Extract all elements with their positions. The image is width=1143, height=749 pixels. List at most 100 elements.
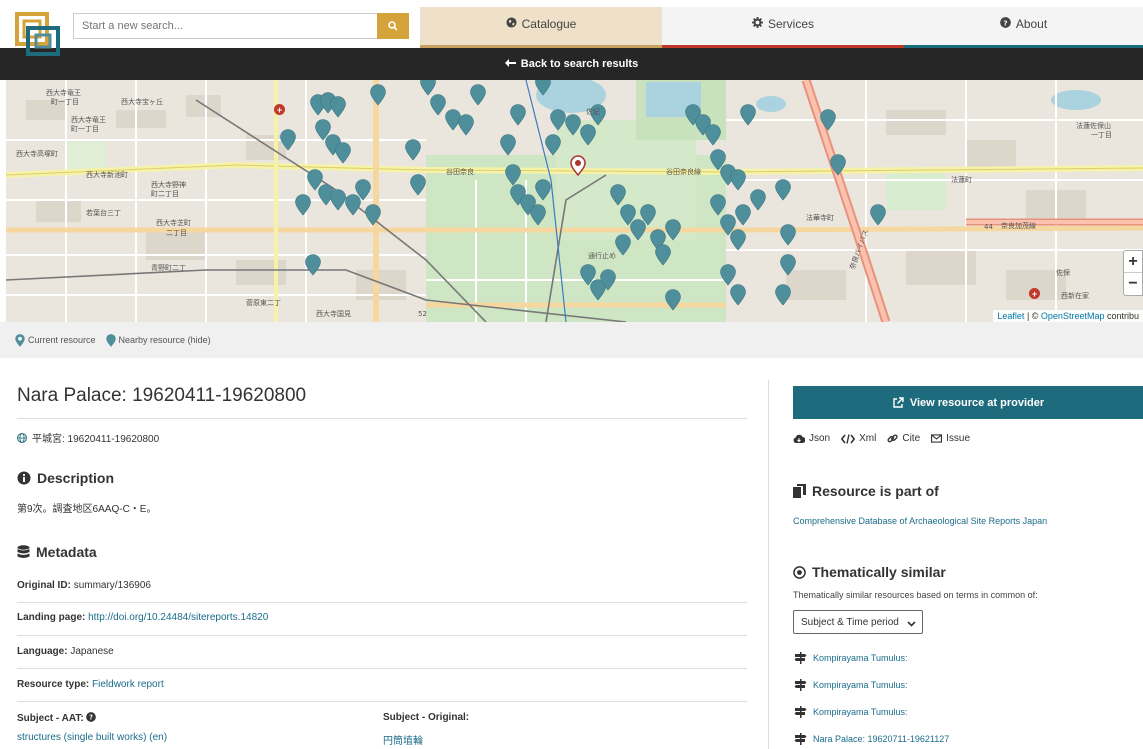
hospital-icon: + [1029, 288, 1040, 299]
metadata-heading: Metadata [17, 544, 97, 560]
map-label: 町一丁目 [51, 98, 79, 106]
similar-heading: Thematically similar [793, 564, 946, 580]
map-attribution: Leaflet | © OpenStreetMap contribu [993, 310, 1143, 322]
hospital-icon: + [274, 104, 285, 115]
database-icon [17, 545, 30, 558]
resource-type-link[interactable]: Fieldwork report [92, 679, 164, 690]
map-legend: Current resource Nearby resource (hide) [0, 322, 1143, 358]
dot-circle-icon [793, 565, 806, 579]
info-circle-icon [17, 471, 31, 485]
divider [17, 701, 747, 702]
similar-item[interactable]: Kompirayama Tumulus: [793, 706, 908, 718]
map-label: 法華寺町 [806, 213, 834, 222]
divider [17, 418, 747, 419]
map-label: 二丁目 [166, 229, 187, 237]
divider [17, 602, 747, 603]
zoom-in-button[interactable]: + [1124, 251, 1142, 273]
part-of-link[interactable]: Comprehensive Database of Archaeological… [793, 516, 1047, 526]
nav-catalogue[interactable]: Catalogue [420, 7, 662, 48]
svg-text:?: ? [1003, 18, 1007, 27]
link-icon [887, 434, 899, 443]
part-of-heading: Resource is part of [793, 483, 939, 499]
map-marker-icon [105, 334, 116, 347]
hide-nearby-toggle[interactable]: (hide) [188, 335, 211, 345]
page-title: Nara Palace: 19620411-19620800 [17, 385, 307, 406]
leaflet-link[interactable]: Leaflet [997, 311, 1024, 321]
description-text: 第9次。調査地区6AAQ-C・E。 [17, 504, 157, 515]
site-logo[interactable] [14, 10, 64, 60]
column-divider [768, 380, 769, 749]
copy-icon [793, 484, 806, 498]
gear-icon [751, 17, 763, 28]
zoom-out-button[interactable]: − [1124, 273, 1142, 295]
map-marker-icon [15, 334, 25, 347]
external-link-icon [893, 396, 904, 408]
legend-current: Current resource [15, 333, 96, 347]
map-label: 西大寺高塚町 [16, 149, 58, 158]
back-to-results-link[interactable]: Back to search results [0, 48, 1143, 80]
map-label: 西大寺宝ヶ丘 [121, 97, 163, 106]
map-label: 西大寺野神 [151, 180, 186, 189]
subject-original-link[interactable]: 円筒埴輪 [383, 736, 423, 747]
map-label: 西大寺竜王 [71, 115, 106, 124]
alt-title: 平城宮: 19620411-19620800 [17, 430, 159, 445]
svg-text:?: ? [90, 714, 94, 722]
map-signs-icon [794, 706, 807, 718]
envelope-icon [931, 434, 943, 443]
map-tiles: 西大寺竜王 町一丁目 西大寺宝ヶ丘 西大寺竜王 町一丁目 西大寺高塚町 西大寺新… [6, 80, 1143, 322]
map-label: 西大寺国見 [316, 309, 351, 318]
map-label: 法蓮町 [951, 175, 972, 184]
osm-link[interactable]: OpenStreetMap [1041, 311, 1105, 321]
map-label: 奈良加茂線 [1001, 221, 1036, 230]
search-button[interactable] [377, 13, 409, 39]
legend-nearby: Nearby resource (hide) [105, 333, 211, 347]
export-issue[interactable]: Issue [931, 433, 970, 444]
map-label: 西新在家 [1061, 291, 1089, 300]
export-links: Json Xml Cite Issue [793, 433, 981, 444]
globe-icon [506, 17, 517, 28]
map-label: 西大寺芝町 [156, 218, 191, 227]
divider [17, 668, 747, 669]
resource-type-row: Resource type: Fieldwork report [17, 679, 164, 690]
description-heading: Description [17, 470, 114, 486]
original-id-row: Original ID: summary/136906 [17, 580, 151, 591]
map-label: 若葉台三丁 [86, 208, 121, 217]
similar-item[interactable]: Kompirayama Tumulus: [793, 679, 908, 691]
subject-original-label: Subject - Original: [383, 712, 470, 723]
map-label: 菅原東二丁 [246, 298, 281, 307]
map-label: 44 [984, 223, 993, 231]
resource-map[interactable]: 西大寺竜王 町一丁目 西大寺宝ヶ丘 西大寺竜王 町一丁目 西大寺高塚町 西大寺新… [6, 80, 1143, 322]
export-json[interactable]: Json [793, 433, 830, 444]
arrow-left-icon [504, 58, 516, 70]
subject-aat-link[interactable]: structures (single built works) (en) [17, 732, 167, 743]
similar-item[interactable]: Nara Palace: 19620711-19621127 [793, 733, 949, 745]
map-label: 西大寺新池町 [86, 170, 128, 179]
map-label: 佐紀 [586, 107, 600, 116]
search-input[interactable] [73, 13, 377, 39]
language-row: Language: Japanese [17, 646, 114, 657]
nav-about[interactable]: ? About [904, 7, 1143, 48]
map-label: 西大寺竜王 [46, 88, 81, 97]
map-label: 青野町二丁 [151, 263, 186, 272]
subject-original-value: 円筒埴輪 [383, 732, 743, 747]
question-circle-icon[interactable]: ? [86, 712, 97, 722]
similarity-criteria-select[interactable]: Subject & Time period [793, 610, 923, 634]
similar-item[interactable]: Kompirayama Tumulus: [793, 652, 908, 664]
map-signs-icon [794, 652, 807, 664]
view-at-provider-button[interactable]: View resource at provider [793, 386, 1143, 419]
globe-icon [17, 432, 27, 443]
nav-services[interactable]: Services [662, 7, 904, 48]
map-label: 法蓮佐保山 [1076, 121, 1111, 130]
export-cite[interactable]: Cite [887, 433, 920, 444]
map-signs-icon [794, 733, 807, 745]
landing-page-link[interactable]: http://doi.org/10.24484/sitereports.1482… [88, 612, 268, 623]
code-icon [841, 433, 856, 444]
chevron-down-icon [907, 619, 916, 630]
subject-aat-label: Subject - AAT: ? [17, 712, 377, 724]
export-xml[interactable]: Xml [841, 433, 876, 444]
map-label: 一丁目 [1091, 131, 1112, 139]
map-label: 52 [418, 310, 427, 318]
header: Catalogue Services ? About [0, 0, 1143, 56]
search-icon [388, 21, 398, 31]
question-circle-icon: ? [999, 17, 1011, 28]
